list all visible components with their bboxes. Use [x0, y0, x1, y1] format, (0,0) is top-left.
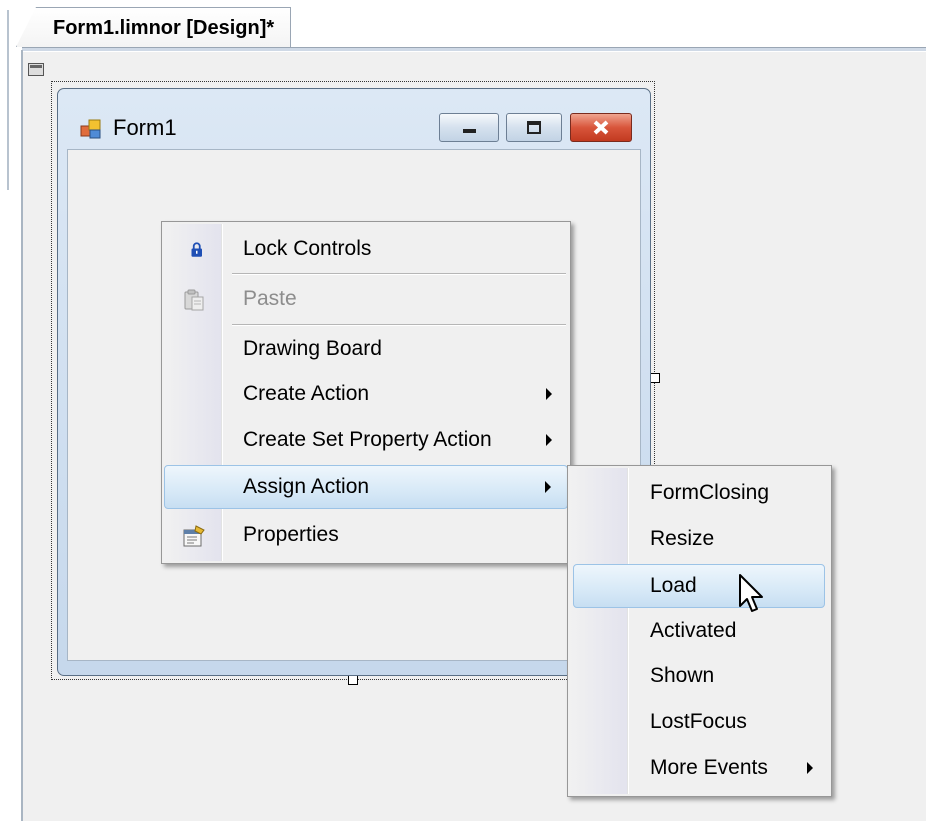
left-divider	[7, 10, 9, 190]
menu-item-properties[interactable]: Properties	[164, 514, 568, 558]
menu-item-label: Resize	[650, 527, 715, 550]
paste-icon	[184, 289, 204, 311]
menu-item-label: FormClosing	[650, 481, 770, 504]
submenu-arrow-icon	[807, 762, 813, 774]
submenu-item-load[interactable]: Load	[573, 564, 825, 608]
submenu-arrow-icon	[546, 388, 552, 400]
properties-icon	[183, 525, 205, 547]
menu-item-label: Assign Action	[243, 475, 370, 498]
menu-separator	[232, 324, 566, 326]
submenu-arrow-icon	[545, 481, 551, 493]
menu-item-paste[interactable]: Paste	[164, 278, 568, 322]
menu-item-label: Paste	[243, 287, 297, 310]
menu-item-label: Properties	[243, 523, 339, 546]
mouse-cursor-icon	[739, 574, 763, 612]
form-titlebar[interactable]: Form1	[58, 89, 650, 149]
component-tray-handle[interactable]	[28, 63, 44, 76]
close-icon	[593, 120, 609, 135]
menu-item-drawing-board[interactable]: Drawing Board	[164, 328, 568, 372]
submenu-item-formclosing[interactable]: FormClosing	[570, 472, 829, 516]
menu-item-label: Create Set Property Action	[243, 428, 492, 451]
submenu-item-lostfocus[interactable]: LostFocus	[570, 701, 829, 745]
menu-item-label: Activated	[650, 619, 737, 642]
submenu-arrow-icon	[546, 434, 552, 446]
resize-handle-bottom[interactable]	[348, 675, 358, 685]
tab-baseline	[22, 47, 926, 51]
maximize-button[interactable]	[506, 113, 562, 142]
menu-item-label: Shown	[650, 664, 715, 687]
minimize-button[interactable]	[439, 113, 499, 142]
menu-item-label: Create Action	[243, 382, 370, 405]
submenu-item-resize[interactable]: Resize	[570, 518, 829, 562]
close-button[interactable]	[570, 113, 632, 142]
document-tab-title: Form1.limnor [Design]*	[53, 17, 275, 39]
menu-item-label: More Events	[650, 756, 768, 779]
menu-item-lock-controls[interactable]: Lock Controls	[164, 228, 568, 272]
form-title: Form1	[113, 115, 177, 140]
minimize-icon	[463, 129, 476, 133]
menu-separator	[232, 273, 566, 275]
menu-item-label: Load	[650, 574, 697, 597]
document-tab-strip: Form1.limnor [Design]*	[0, 0, 926, 190]
resize-handle-right[interactable]	[650, 373, 660, 383]
form-icon	[80, 119, 101, 139]
menu-item-label: LostFocus	[650, 710, 747, 733]
menu-item-create-set-property-action[interactable]: Create Set Property Action	[164, 419, 568, 463]
context-menu: Lock Controls Paste Drawing Board Create…	[161, 221, 571, 564]
maximize-icon	[527, 121, 541, 134]
submenu-item-activated[interactable]: Activated	[570, 610, 829, 654]
assign-action-submenu: FormClosing Resize Load Activated Shown …	[567, 465, 832, 797]
submenu-item-shown[interactable]: Shown	[570, 655, 829, 699]
submenu-item-more-events[interactable]: More Events	[570, 747, 829, 791]
lock-icon	[191, 242, 202, 257]
menu-item-label: Drawing Board	[243, 337, 382, 360]
menu-item-assign-action[interactable]: Assign Action	[164, 465, 568, 509]
document-tab[interactable]: Form1.limnor [Design]*	[16, 7, 292, 47]
menu-item-label: Lock Controls	[243, 237, 372, 260]
menu-item-create-action[interactable]: Create Action	[164, 373, 568, 417]
